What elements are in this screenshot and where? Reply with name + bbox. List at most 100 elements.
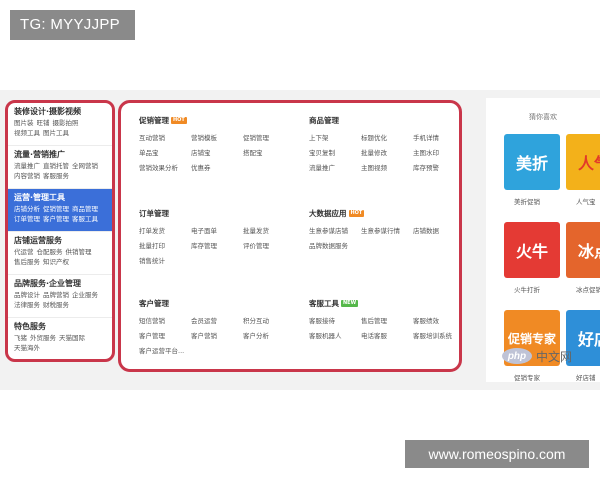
recommend-tile[interactable]: 火牛 bbox=[504, 222, 560, 278]
menu-section-title[interactable]: 促销管理 HOT bbox=[139, 115, 304, 127]
recommend-tile[interactable]: 人气 bbox=[566, 134, 600, 190]
menu-item-link[interactable]: 售后管理 bbox=[361, 316, 413, 326]
menu-item-link[interactable]: 评价管理 bbox=[243, 241, 295, 251]
menu-item-link[interactable]: 促销管理 bbox=[243, 133, 295, 143]
menu-item-link[interactable]: 主图视频 bbox=[361, 163, 413, 173]
sidebar-link[interactable]: 客户管理 bbox=[43, 215, 69, 223]
sidebar-link[interactable]: 店铺分析 bbox=[14, 205, 40, 213]
sidebar-link[interactable]: 客服服务 bbox=[43, 172, 69, 180]
menu-item-link[interactable]: 库存预警 bbox=[413, 163, 465, 173]
menu-item-link[interactable]: 短信营销 bbox=[139, 316, 191, 326]
menu-item-link[interactable]: 宝贝复制 bbox=[309, 148, 361, 158]
menu-item-link[interactable]: 批量修改 bbox=[361, 148, 413, 158]
sidebar-link[interactable]: 内容营销 bbox=[14, 172, 40, 180]
menu-item-link[interactable]: 客服接待 bbox=[309, 316, 361, 326]
menu-item-link[interactable]: 会员运营 bbox=[191, 316, 243, 326]
menu-item-link[interactable]: 主图水印 bbox=[413, 148, 465, 158]
sidebar-link[interactable]: 代运营 bbox=[14, 248, 34, 256]
sidebar-link[interactable]: 订单管理 bbox=[14, 215, 40, 223]
sidebar-link[interactable]: 天猫海外 bbox=[14, 344, 40, 352]
sidebar-link[interactable]: 天猫国际 bbox=[59, 334, 85, 342]
sidebar-group[interactable]: 特色服务 飞猪 外贸服务 天猫国际天猫海外 bbox=[8, 318, 112, 359]
recommend-tile[interactable]: 美折 bbox=[504, 134, 560, 190]
menu-item-link[interactable]: 店铺数据 bbox=[413, 226, 465, 236]
menu-item-link[interactable]: 批量打印 bbox=[139, 241, 191, 251]
sidebar-link[interactable]: 流量推广 bbox=[14, 162, 40, 170]
sidebar-link[interactable]: 法律服务 bbox=[14, 301, 40, 309]
sidebar-group[interactable]: 装修设计·摄影视频 图片装 旺铺 摄影拍照视频工具 图片工具 bbox=[8, 103, 112, 146]
sidebar-link[interactable]: 促销管理 bbox=[43, 205, 69, 213]
sidebar-link[interactable]: 客服工具 bbox=[72, 215, 98, 223]
menu-item-link[interactable]: 流量推广 bbox=[309, 163, 361, 173]
menu-item-link[interactable]: 批量发货 bbox=[243, 226, 295, 236]
sidebar-group[interactable]: 流量·营销推广 流量推广 直销托管 全网营销内容营销 客服服务 bbox=[8, 146, 112, 189]
sidebar-group[interactable]: 品牌服务·企业管理 品牌设计 品牌营销 企业服务法律服务 财税服务 bbox=[8, 275, 112, 318]
menu-section-title[interactable]: 客服工具 NEW bbox=[309, 298, 474, 310]
sidebar-link[interactable]: 图片工具 bbox=[43, 129, 69, 137]
menu-item-link[interactable]: 上下架 bbox=[309, 133, 361, 143]
menu-section-title[interactable]: 商品管理 bbox=[309, 115, 474, 127]
sidebar-link[interactable]: 直销托管 bbox=[43, 162, 69, 170]
sidebar-group-title[interactable]: 品牌服务·企业管理 bbox=[14, 278, 112, 290]
menu-item-link[interactable]: 标题优化 bbox=[361, 133, 413, 143]
sidebar-group-title[interactable]: 运营·管理工具 bbox=[14, 192, 112, 204]
recommend-caption[interactable]: 好店铺 bbox=[576, 372, 596, 382]
sidebar-link[interactable]: 品牌营销 bbox=[43, 291, 69, 299]
menu-item-link[interactable]: 互动营销 bbox=[139, 133, 191, 143]
menu-item-link[interactable]: 生意参谋行情 bbox=[361, 226, 413, 236]
sidebar-link[interactable]: 旺铺 bbox=[37, 119, 50, 127]
recommend-caption[interactable]: 促销专家 bbox=[514, 372, 540, 382]
menu-section-title[interactable]: 订单管理 bbox=[139, 208, 304, 220]
menu-item-link[interactable]: 积分互动 bbox=[243, 316, 295, 326]
sidebar-group[interactable]: 运营·管理工具 店铺分析 促销管理 商品管理订单管理 客户管理 客服工具 bbox=[8, 189, 112, 232]
recommend-caption[interactable]: 人气宝 bbox=[576, 196, 596, 206]
sidebar-link[interactable]: 图片装 bbox=[14, 119, 34, 127]
sidebar-link[interactable]: 财税服务 bbox=[43, 301, 69, 309]
menu-item-link[interactable]: 搭配宝 bbox=[243, 148, 295, 158]
menu-item-link[interactable]: 客户运营平台... bbox=[139, 346, 191, 356]
sidebar-link[interactable]: 商品管理 bbox=[72, 205, 98, 213]
sidebar-link[interactable]: 外贸服务 bbox=[30, 334, 56, 342]
menu-item-link[interactable]: 客服机器人 bbox=[309, 331, 361, 341]
sidebar-group-title[interactable]: 装修设计·摄影视频 bbox=[14, 106, 112, 118]
menu-item-link[interactable]: 手机详情 bbox=[413, 133, 465, 143]
menu-item-link[interactable]: 优惠券 bbox=[191, 163, 243, 173]
recommend-caption[interactable]: 火牛打折 bbox=[514, 284, 540, 294]
menu-item-link[interactable]: 营销效果分析 bbox=[139, 163, 191, 173]
menu-section-label: 大数据应用 bbox=[309, 209, 347, 218]
sidebar-link[interactable]: 供销管理 bbox=[66, 248, 92, 256]
sidebar-group[interactable]: 店铺运营服务 代运营 仓配服务 供销管理售后服务 知识产权 bbox=[8, 232, 112, 275]
menu-item-link[interactable]: 客户分析 bbox=[243, 331, 295, 341]
menu-item-link[interactable]: 营销模板 bbox=[191, 133, 243, 143]
menu-item-link[interactable]: 客户营销 bbox=[191, 331, 243, 341]
menu-item-link[interactable]: 生意参谋店铺 bbox=[309, 226, 361, 236]
sidebar-link[interactable]: 飞猪 bbox=[14, 334, 27, 342]
menu-item-link[interactable]: 客服绩效 bbox=[413, 316, 465, 326]
sidebar-link[interactable]: 视频工具 bbox=[14, 129, 40, 137]
menu-item-link[interactable]: 单品宝 bbox=[139, 148, 191, 158]
sidebar-link[interactable]: 知识产权 bbox=[43, 258, 69, 266]
sidebar-group-title[interactable]: 流量·营销推广 bbox=[14, 149, 112, 161]
menu-item-link[interactable]: 打单发货 bbox=[139, 226, 191, 236]
menu-item-link[interactable]: 电子面单 bbox=[191, 226, 243, 236]
sidebar-link[interactable]: 摄影拍照 bbox=[53, 119, 79, 127]
menu-item-link[interactable]: 销售统计 bbox=[139, 256, 191, 266]
sidebar-link[interactable]: 全网营销 bbox=[72, 162, 98, 170]
recommend-caption[interactable]: 冰点促销 bbox=[576, 284, 600, 294]
menu-item-link[interactable]: 客户管理 bbox=[139, 331, 191, 341]
sidebar-link[interactable]: 企业服务 bbox=[72, 291, 98, 299]
sidebar-link[interactable]: 仓配服务 bbox=[37, 248, 63, 256]
menu-item-link[interactable]: 店铺宝 bbox=[191, 148, 243, 158]
recommend-tile[interactable]: 冰点 bbox=[566, 222, 600, 278]
sidebar-link[interactable]: 售后服务 bbox=[14, 258, 40, 266]
recommend-caption[interactable]: 美折促销 bbox=[514, 196, 540, 206]
menu-item-link[interactable]: 品牌数据服务 bbox=[309, 241, 361, 251]
menu-section-title[interactable]: 客户管理 bbox=[139, 298, 304, 310]
menu-section-title[interactable]: 大数据应用 HOT bbox=[309, 208, 474, 220]
sidebar-group-title[interactable]: 店铺运营服务 bbox=[14, 235, 112, 247]
menu-item-link[interactable]: 电话客服 bbox=[361, 331, 413, 341]
sidebar-group-title[interactable]: 特色服务 bbox=[14, 321, 112, 333]
menu-item-link[interactable]: 客服培训系统 bbox=[413, 331, 465, 341]
sidebar-link[interactable]: 品牌设计 bbox=[14, 291, 40, 299]
menu-item-link[interactable]: 库存管理 bbox=[191, 241, 243, 251]
